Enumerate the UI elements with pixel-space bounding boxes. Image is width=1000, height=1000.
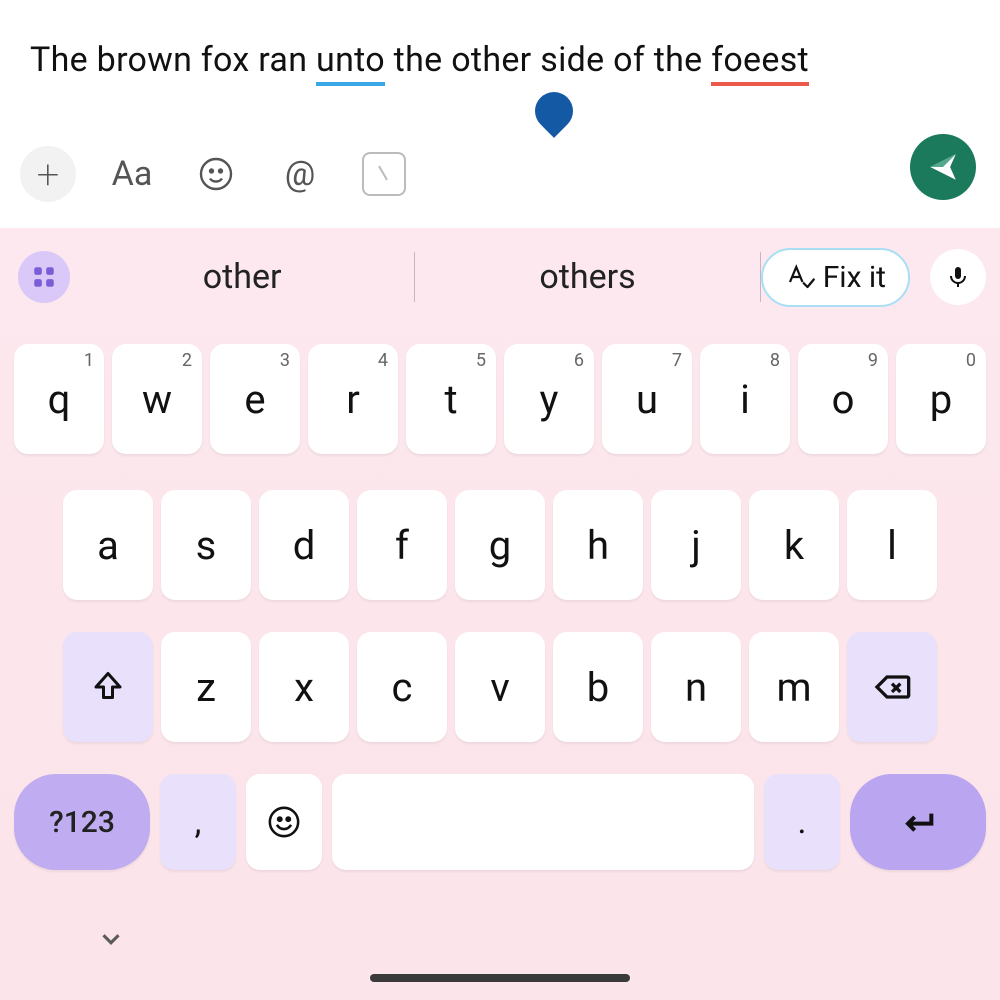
smiley-icon <box>198 156 234 192</box>
key-a[interactable]: a <box>63 490 153 600</box>
mic-button[interactable] <box>930 249 986 305</box>
key-w[interactable]: w2 <box>112 344 202 454</box>
period-key[interactable]: . <box>764 774 840 870</box>
message-text[interactable]: The brown fox ran unto the other side of… <box>30 40 970 80</box>
misspelled-word-foeest[interactable]: foeest <box>711 40 809 86</box>
key-z[interactable]: z <box>161 632 251 742</box>
key-s[interactable]: s <box>161 490 251 600</box>
key-u[interactable]: u7 <box>602 344 692 454</box>
key-f[interactable]: f <box>357 490 447 600</box>
key-y[interactable]: y6 <box>504 344 594 454</box>
enter-key[interactable] <box>850 774 986 870</box>
send-icon <box>926 150 960 184</box>
emoji-key[interactable] <box>246 774 322 870</box>
key-g[interactable]: g <box>455 490 545 600</box>
key-k[interactable]: k <box>749 490 839 600</box>
text-cursor-handle[interactable] <box>527 84 581 138</box>
key-e[interactable]: e3 <box>210 344 300 454</box>
fix-it-icon <box>785 262 815 292</box>
key-i[interactable]: i8 <box>700 344 790 454</box>
key-t[interactable]: t5 <box>406 344 496 454</box>
autocorrect-word-unto[interactable]: unto <box>316 40 385 86</box>
text-format-button[interactable]: Aa <box>104 146 160 202</box>
mention-button[interactable]: @ <box>272 146 328 202</box>
key-row-3: z x c v b n m <box>0 632 1000 742</box>
send-button[interactable] <box>910 134 976 200</box>
text-prefix: The brown fox ran <box>30 40 316 80</box>
text-mid: the other side of the <box>385 40 711 80</box>
key-m[interactable]: m <box>749 632 839 742</box>
shift-key[interactable] <box>63 632 153 742</box>
compose-toolbar: + Aa @ <box>0 138 1000 210</box>
key-j[interactable]: j <box>651 490 741 600</box>
attachment-button[interactable] <box>356 146 412 202</box>
suggestion-2[interactable]: others <box>415 257 759 297</box>
key-d[interactable]: d <box>259 490 349 600</box>
key-x[interactable]: x <box>259 632 349 742</box>
backspace-key[interactable] <box>847 632 937 742</box>
key-h[interactable]: h <box>553 490 643 600</box>
key-c[interactable]: c <box>357 632 447 742</box>
shift-icon <box>90 669 126 705</box>
key-n[interactable]: n <box>651 632 741 742</box>
suggestion-1[interactable]: other <box>70 257 414 297</box>
space-key[interactable] <box>332 774 754 870</box>
key-l[interactable]: l <box>847 490 937 600</box>
navigation-handle[interactable] <box>370 974 630 982</box>
collapse-keyboard-button[interactable] <box>96 924 126 958</box>
key-v[interactable]: v <box>455 632 545 742</box>
key-row-2: a s d f g h j k l <box>0 490 1000 600</box>
key-o[interactable]: o9 <box>798 344 888 454</box>
key-row-1: q1 w2 e3 r4 t5 y6 u7 i8 o9 p0 <box>0 344 1000 454</box>
keyboard-apps-button[interactable] <box>18 251 70 303</box>
emoji-button[interactable] <box>188 146 244 202</box>
backspace-icon <box>872 667 912 707</box>
enter-icon <box>898 802 938 842</box>
fix-it-button[interactable]: Fix it <box>761 248 910 307</box>
chevron-down-icon <box>96 924 126 954</box>
suggestion-strip: other others Fix it <box>0 238 1000 316</box>
key-q[interactable]: q1 <box>14 344 104 454</box>
key-b[interactable]: b <box>553 632 643 742</box>
key-r[interactable]: r4 <box>308 344 398 454</box>
apps-grid-icon <box>31 264 57 290</box>
add-button[interactable]: + <box>20 146 76 202</box>
attachment-icon <box>362 152 406 196</box>
mic-icon <box>946 265 970 289</box>
key-p[interactable]: p0 <box>896 344 986 454</box>
emoji-icon <box>267 805 301 839</box>
fix-it-label: Fix it <box>823 260 886 295</box>
comma-key[interactable]: , <box>160 774 236 870</box>
key-row-4: ?123 , . <box>0 774 1000 870</box>
symbols-key[interactable]: ?123 <box>14 774 150 870</box>
